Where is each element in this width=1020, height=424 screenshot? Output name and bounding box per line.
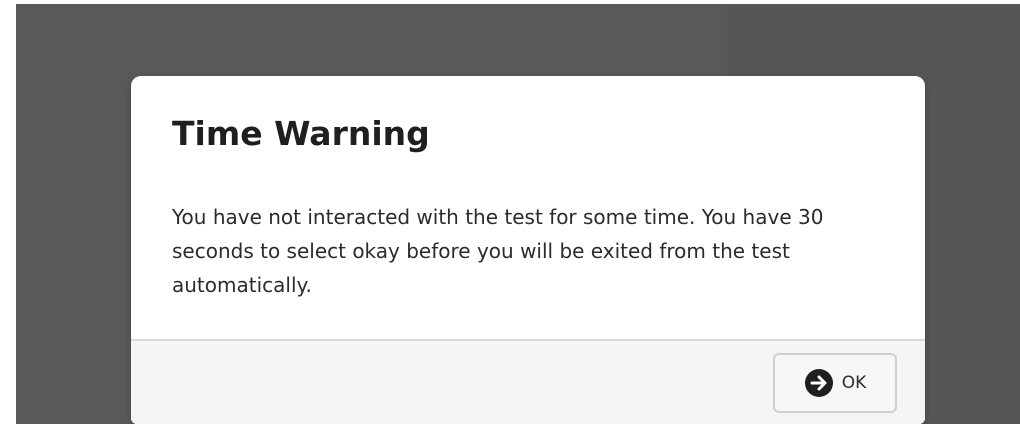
arrow-right-circle-icon: [804, 368, 834, 398]
dialog-title: Time Warning: [172, 114, 430, 153]
dialog-footer: OK: [131, 339, 925, 424]
dialog-body: Time Warning You have not interacted wit…: [131, 76, 925, 339]
ok-button[interactable]: OK: [773, 353, 897, 413]
ok-button-label: OK: [841, 373, 867, 393]
time-warning-dialog: Time Warning You have not interacted wit…: [131, 76, 925, 424]
dialog-message: You have not interacted with the test fo…: [172, 205, 824, 297]
